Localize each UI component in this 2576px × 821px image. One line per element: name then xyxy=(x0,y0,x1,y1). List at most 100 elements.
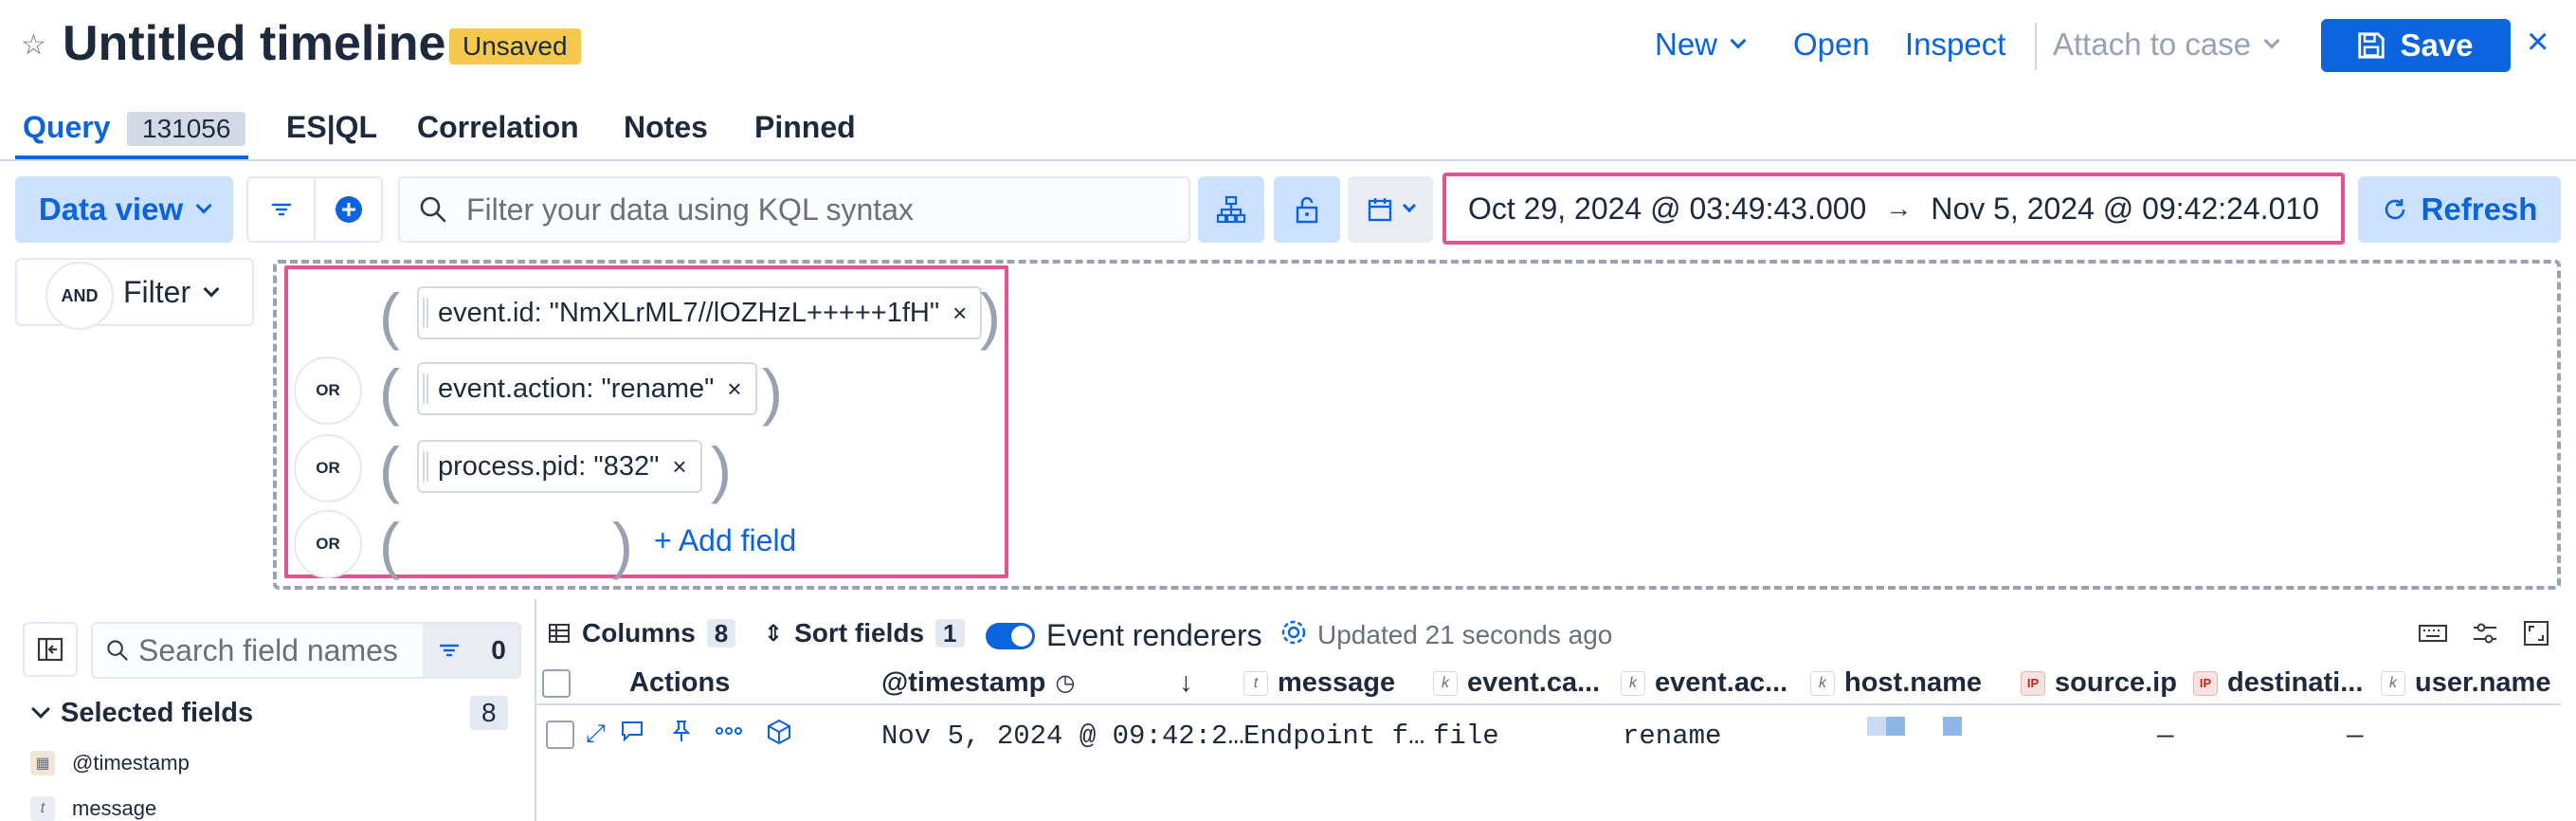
row-checkbox[interactable] xyxy=(546,721,574,749)
date-start[interactable]: Oct 29, 2024 @ 03:49:43.000 xyxy=(1468,192,1866,227)
sort-desc-icon[interactable]: ↓ xyxy=(1179,667,1193,699)
column-header-timestamp[interactable]: @timestamp ◷ ↓ xyxy=(881,667,1193,699)
close-icon[interactable]: × xyxy=(2527,21,2549,64)
close-paren: ) xyxy=(762,356,783,427)
drag-handle-icon[interactable] xyxy=(423,374,428,404)
search-icon xyxy=(107,640,128,661)
date-range-picker[interactable]: Oct 29, 2024 @ 03:49:43.000 → Nov 5, 202… xyxy=(1442,173,2345,245)
drag-handle-icon[interactable] xyxy=(423,451,428,482)
column-name: event.ac... xyxy=(1655,667,1788,698)
tabs-divider xyxy=(0,159,2576,161)
column-header-event-category[interactable]: k event.ca... xyxy=(1433,667,1600,699)
columns-label: Columns xyxy=(582,618,696,648)
column-header-host-name[interactable]: k host.name xyxy=(1810,667,1982,699)
selected-fields-count: 8 xyxy=(470,696,508,730)
refresh-icon xyxy=(2385,199,2404,220)
kql-input[interactable] xyxy=(466,192,1168,228)
tree-view-button[interactable] xyxy=(1198,176,1264,243)
timeline-title[interactable]: Untitled timeline xyxy=(63,15,445,72)
analyzer-icon[interactable] xyxy=(766,719,792,752)
cell-destination[interactable]: — xyxy=(2347,721,2363,752)
field-search[interactable]: 0 xyxy=(91,622,521,679)
field-filter-count: 0 xyxy=(491,635,506,665)
tab-query[interactable]: Query xyxy=(23,110,110,145)
tab-esql[interactable]: ES|QL xyxy=(286,110,377,145)
more-actions-icon[interactable] xyxy=(715,719,743,750)
gear-icon[interactable] xyxy=(1279,618,1308,647)
cell-timestamp[interactable]: Nov 5, 2024 @ 09:42:2… xyxy=(881,721,1244,752)
drag-handle-icon[interactable] xyxy=(423,298,428,328)
text-type-icon: t xyxy=(30,796,55,821)
tab-query-count: 131056 xyxy=(127,112,246,146)
column-header-destination[interactable]: IP destinati... xyxy=(2193,667,2363,699)
select-all-checkbox[interactable] xyxy=(542,669,571,698)
or-operator: OR xyxy=(294,510,362,578)
fullscreen-icon[interactable] xyxy=(2523,620,2549,647)
data-view-button[interactable]: Data view xyxy=(15,176,233,243)
filter-menu-button[interactable] xyxy=(248,178,316,241)
remove-pill-icon[interactable]: × xyxy=(672,452,686,482)
keyboard-icon[interactable] xyxy=(2419,622,2447,645)
display-settings-icon[interactable] xyxy=(2472,621,2498,646)
pill-text: process.pid: "832" xyxy=(438,450,660,482)
tab-correlation[interactable]: Correlation xyxy=(417,110,579,145)
event-renderers-control[interactable]: Event renderers xyxy=(986,618,1262,653)
column-header-message[interactable]: t message xyxy=(1243,667,1395,699)
date-end[interactable]: Nov 5, 2024 @ 09:42:24.010 xyxy=(1931,192,2319,227)
cell-event-action[interactable]: rename xyxy=(1623,721,1721,752)
field-item[interactable]: ▦ @timestamp xyxy=(30,751,190,775)
sort-fields-button[interactable]: ⇕ Sort fields 1 xyxy=(764,618,965,648)
add-field-button[interactable]: + Add field xyxy=(654,523,796,558)
or-operator: OR xyxy=(294,356,362,425)
remove-pill-icon[interactable]: × xyxy=(727,374,741,404)
field-item[interactable]: t message xyxy=(30,796,156,821)
tab-pinned[interactable]: Pinned xyxy=(754,110,856,145)
collapse-sidebar-button[interactable] xyxy=(23,622,78,677)
cell-source-ip[interactable]: — xyxy=(2157,721,2173,752)
add-filter-button[interactable] xyxy=(316,178,381,241)
open-button[interactable]: Open xyxy=(1793,27,1870,63)
pill-text: event.action: "rename" xyxy=(438,373,715,404)
cell-event-category[interactable]: file xyxy=(1433,721,1499,752)
chevron-down-icon xyxy=(2263,32,2280,49)
cell-message[interactable]: Endpoint f… xyxy=(1243,721,1424,752)
new-menu-button[interactable]: New xyxy=(1655,27,1747,63)
columns-button[interactable]: Columns 8 xyxy=(548,618,736,648)
column-header-event-action[interactable]: k event.ac... xyxy=(1621,667,1787,699)
kql-search-field[interactable] xyxy=(398,176,1190,243)
attach-label: Attach to case xyxy=(2053,27,2252,62)
selected-fields-toggle[interactable]: Selected fields xyxy=(30,698,253,729)
filter-dropdown[interactable]: Filter xyxy=(123,275,220,310)
new-label: New xyxy=(1655,27,1718,62)
sort-icon: ⇕ xyxy=(764,620,784,647)
save-icon xyxy=(2358,32,2386,59)
tab-notes[interactable]: Notes xyxy=(624,110,708,145)
comment-icon[interactable] xyxy=(620,719,644,750)
date-quick-menu-button[interactable] xyxy=(1348,176,1433,243)
query-pill[interactable]: event.action: "rename" × xyxy=(417,362,757,415)
event-renderers-toggle[interactable] xyxy=(986,622,1035,649)
host-name-redacted xyxy=(1867,717,1886,736)
expand-icon[interactable]: ⤢ xyxy=(586,719,606,749)
query-pill[interactable]: event.id: "NmXLrML7//lOZHzL+++++1fH" × xyxy=(417,286,983,339)
and-filter-control[interactable]: AND Filter xyxy=(15,258,254,330)
inspect-button[interactable]: Inspect xyxy=(1905,27,2005,63)
chevron-down-icon xyxy=(31,699,50,719)
column-header-source-ip[interactable]: IP source.ip xyxy=(2021,667,2177,699)
query-pill[interactable]: process.pid: "832" × xyxy=(417,440,702,493)
lock-button[interactable] xyxy=(1274,176,1340,243)
field-search-input[interactable] xyxy=(138,632,404,668)
panel-divider[interactable] xyxy=(535,599,536,821)
attach-to-case-button[interactable]: Attach to case xyxy=(2053,27,2280,63)
favorite-star-icon[interactable]: ☆ xyxy=(21,28,46,62)
close-paren: ) xyxy=(980,281,1001,351)
save-button[interactable]: Save xyxy=(2321,19,2511,72)
pin-icon[interactable] xyxy=(669,719,694,750)
column-header-user-name[interactable]: k user.name xyxy=(2381,667,2550,699)
column-name: user.name xyxy=(2415,667,2551,698)
selected-fields-label: Selected fields xyxy=(61,698,254,728)
date-type-icon: ▦ xyxy=(30,751,55,775)
field-filter-button[interactable]: 0 xyxy=(423,624,519,677)
refresh-button[interactable]: Refresh xyxy=(2358,176,2561,243)
remove-pill-icon[interactable]: × xyxy=(952,299,967,328)
